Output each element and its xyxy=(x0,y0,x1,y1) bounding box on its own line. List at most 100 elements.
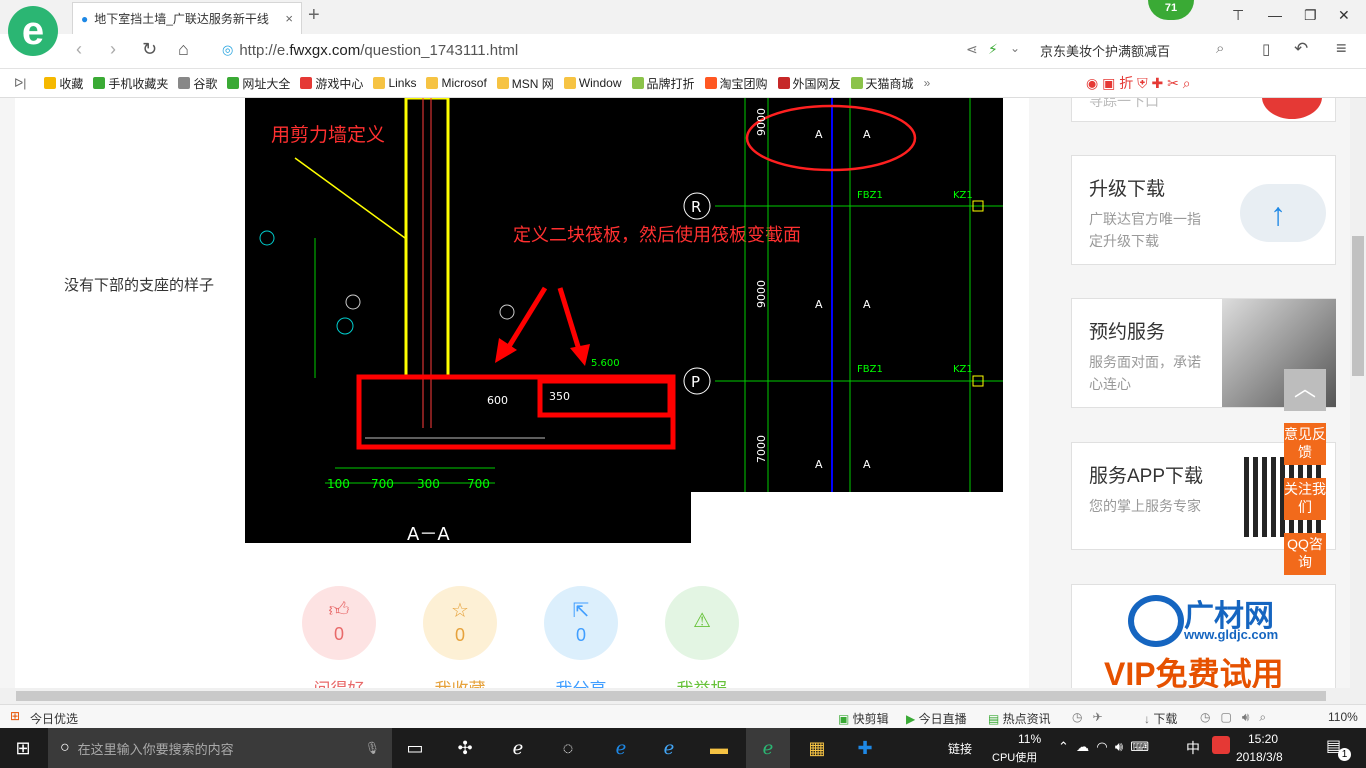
bookmark-item[interactable]: 天猫商城 xyxy=(850,75,914,92)
windows-taskbar: ⊞ ○ 在这里输入你要搜索的内容 🎙︎ ▭ ✣ ℯ ◌ ℯ ℯ ▬ ℯ ▦ ✚ … xyxy=(0,728,1366,768)
bookmark-item[interactable]: 淘宝团购 xyxy=(704,75,768,92)
ad-banner[interactable]: 广材网 www.gldjc.com VIP免费试用 xyxy=(1071,584,1336,688)
cad-dim: 300 xyxy=(417,477,440,491)
restore-icon[interactable]: ❐ xyxy=(1304,7,1317,24)
bookmark-item[interactable]: 网址大全 xyxy=(227,75,290,92)
bookmark-item[interactable]: MSN 网 xyxy=(496,75,554,92)
bookmark-item[interactable]: 收藏 xyxy=(44,75,83,92)
bookmark-item[interactable]: Microsof xyxy=(426,76,487,90)
bookmark-item[interactable]: Window xyxy=(563,76,622,90)
bookmark-item[interactable]: 外国网友 xyxy=(777,75,841,92)
file-explorer-icon[interactable]: ▬ xyxy=(704,734,734,762)
undo-icon[interactable]: ↶ xyxy=(1294,39,1308,59)
app-e-icon[interactable]: ℯ xyxy=(503,734,533,762)
taskbar-search-input[interactable]: ○ 在这里输入你要搜索的内容 🎙︎ xyxy=(48,728,392,768)
qq-consult-button[interactable]: QQ咨询 xyxy=(1284,533,1326,575)
daily-picks-link[interactable]: 今日优选 xyxy=(30,710,78,727)
follow-button[interactable]: 关注我们 xyxy=(1284,478,1326,520)
windows-start-icon[interactable]: ⊞ xyxy=(8,734,38,762)
favorite-button[interactable]: ☆ 0 xyxy=(423,586,497,660)
extension-icons[interactable]: ◉ ▣ 折 ⛨ ✚ ✂ ⌕ xyxy=(1086,73,1191,93)
news-link[interactable]: ▤ 热点资讯 xyxy=(988,710,1051,727)
more-bookmarks-icon[interactable]: » xyxy=(924,76,931,90)
bookmark-item[interactable]: 手机收藏夹 xyxy=(93,75,168,92)
report-label[interactable]: 我举报 xyxy=(652,675,752,688)
cad-label: FBZ1 xyxy=(857,190,883,201)
warning-icon: ⚠ xyxy=(693,610,711,632)
app-swirl-icon[interactable]: ◌ xyxy=(553,734,583,762)
share-label[interactable]: 我分享 xyxy=(531,675,631,688)
like-button[interactable]: 👍︎ 0 xyxy=(302,586,376,660)
tab-close-icon[interactable]: × xyxy=(285,11,293,26)
phone-icon[interactable]: ▯ xyxy=(1262,40,1270,58)
chevron-down-icon[interactable]: ⌄ xyxy=(1010,41,1020,55)
quick-clip-link[interactable]: ▣ 快剪辑 xyxy=(838,710,889,727)
forward-icon[interactable]: › xyxy=(110,39,116,60)
task-view-icon[interactable]: ▭ xyxy=(400,734,430,762)
ime-indicator[interactable]: 中 xyxy=(1186,738,1200,758)
share-icon[interactable]: ⋖ xyxy=(966,41,978,58)
tab-active[interactable]: ● 地下室挡土墙_广联达服务新干线 × xyxy=(72,2,302,34)
bookmark-item[interactable]: 品牌打折 xyxy=(631,75,695,92)
sogou-icon[interactable] xyxy=(1212,736,1230,754)
cloud-upload-icon: ↑ xyxy=(1240,184,1326,242)
report-button[interactable]: ⚠ xyxy=(665,586,739,660)
zoom-level[interactable]: 110% xyxy=(1328,710,1358,724)
browser-360-taskbar-icon[interactable]: ℯ xyxy=(746,728,790,768)
live-link[interactable]: ▶ 今日直播 xyxy=(906,710,967,727)
like-label[interactable]: 问得好 xyxy=(289,675,389,688)
cad-section-mark: A xyxy=(863,458,871,471)
side-card-partial[interactable]: 寻踪一下口 xyxy=(1071,98,1336,122)
side-card-upgrade[interactable]: 升级下载 广联达官方唯一指定升级下载 ↑ xyxy=(1071,155,1336,265)
ie-icon[interactable]: ℯ xyxy=(654,734,684,762)
notes-icon[interactable]: ▦ xyxy=(802,734,832,762)
vertical-scrollbar[interactable] xyxy=(1350,98,1366,688)
edge-icon[interactable]: ℯ xyxy=(606,734,636,762)
download-icon: ↓ xyxy=(1144,712,1154,726)
back-to-top-button[interactable]: ︿ xyxy=(1284,369,1326,411)
home-icon[interactable]: ⌂ xyxy=(178,39,189,60)
horizontal-scrollbar[interactable] xyxy=(0,688,1366,704)
favorite-label[interactable]: 我收藏 xyxy=(410,675,510,688)
status-misc-icons[interactable]: ◷ ▢ 🔊︎ ⌕ xyxy=(1200,710,1266,725)
app-cross-icon[interactable]: ✚ xyxy=(850,734,880,762)
bookmark-item[interactable]: Links xyxy=(373,76,416,90)
menu-icon[interactable]: ≡ xyxy=(1336,38,1347,59)
share-button[interactable]: ⇱ 0 xyxy=(544,586,618,660)
cad-label: FBZ1 xyxy=(857,364,883,375)
clock-date[interactable]: 2018/3/8 xyxy=(1236,750,1283,764)
minimize-icon[interactable]: — xyxy=(1268,7,1282,23)
back-icon[interactable]: ‹ xyxy=(76,39,82,60)
bookmark-item[interactable]: 谷歌 xyxy=(178,75,217,92)
lightning-icon[interactable]: ⚡ xyxy=(988,41,998,58)
status-tool-icons[interactable]: ◷ ✈ xyxy=(1072,710,1103,724)
download-link[interactable]: ↓ 下载 xyxy=(1144,710,1177,727)
folder-icon xyxy=(426,77,439,89)
close-window-icon[interactable]: ✕ xyxy=(1338,7,1350,24)
answer-text: 没有下部的支座的样子 xyxy=(64,277,215,294)
page-favicon-icon: ● xyxy=(81,11,89,26)
search-icon[interactable]: ⌕ xyxy=(1216,40,1224,57)
network-label[interactable]: 链接 xyxy=(948,740,972,757)
app-fan-icon[interactable]: ✣ xyxy=(450,734,480,762)
bookmark-item[interactable]: 游戏中心 xyxy=(300,75,363,92)
cad-drawing-image[interactable]: 用剪力墙定义 定义二块筏板，然后使用筏板变截面 A－A 100 700 300 … xyxy=(245,98,1003,543)
search-input[interactable]: 京东美妆个护满额减百 xyxy=(1040,38,1240,62)
url-input[interactable]: ◎ http://e.fwxgx.com/question_1743111.ht… xyxy=(222,38,952,62)
sidebar-toggle-icon[interactable]: ᐅ| xyxy=(14,76,26,90)
bookmark-icon xyxy=(93,77,106,89)
cad-dim: 600 xyxy=(487,394,508,407)
red-badge-icon xyxy=(1262,98,1322,119)
feedback-button[interactable]: 意见反馈 xyxy=(1284,423,1326,465)
clock-time[interactable]: 15:20 xyxy=(1248,732,1278,746)
scrollbar-thumb[interactable] xyxy=(16,691,1326,701)
reload-icon[interactable]: ↻ xyxy=(142,39,157,60)
play-icon: ▶ xyxy=(906,712,919,726)
browser-logo-icon[interactable]: e xyxy=(8,6,58,56)
new-tab-button[interactable]: + xyxy=(308,4,320,27)
tray-icons[interactable]: ⌃ ☁ ◠ 🔊︎ ⌨ xyxy=(1058,739,1149,755)
gift-icon: ⊞ xyxy=(10,709,21,723)
scrollbar-thumb[interactable] xyxy=(1352,236,1364,376)
cad-annotation-raft: 定义二块筏板，然后使用筏板变截面 xyxy=(513,225,801,246)
shirt-icon[interactable]: ⊤ xyxy=(1232,7,1244,24)
